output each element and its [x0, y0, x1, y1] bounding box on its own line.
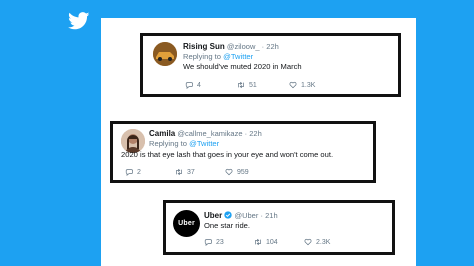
heart-icon — [289, 81, 297, 89]
display-name[interactable]: Uber — [204, 211, 222, 220]
separator: · — [260, 211, 263, 220]
like-button[interactable]: 959 — [225, 168, 275, 176]
retweet-button[interactable]: 104 — [254, 238, 304, 246]
separator: · — [261, 42, 265, 51]
like-count: 2.3K — [316, 238, 331, 246]
tweet-text: One star ride. — [204, 221, 251, 230]
reply-count: 4 — [197, 81, 201, 89]
user-handle[interactable]: @callme_kamikaze — [177, 129, 242, 138]
reply-icon — [204, 239, 212, 246]
avatar[interactable]: Uber — [173, 210, 200, 237]
retweet-count: 51 — [249, 81, 257, 89]
like-button[interactable]: 2.3K — [304, 238, 354, 246]
display-name[interactable]: Camila — [149, 129, 175, 138]
tweet-card[interactable]: Rising Sun @ziloow_ · 22h Replying to @T… — [140, 33, 401, 97]
tweet-card[interactable]: Uber Uber @Uber · 21h One star ride. 23 … — [163, 200, 395, 255]
reply-button[interactable]: 2 — [125, 168, 175, 176]
tweet-actions: 23 104 2.3K — [204, 238, 354, 246]
tweet-actions: 4 51 1.3K — [185, 81, 341, 89]
reply-icon — [185, 82, 193, 89]
tweet-card[interactable]: Camila @callme_kamikaze · 22h Replying t… — [110, 121, 376, 183]
mention-link[interactable]: @Twitter — [189, 139, 219, 148]
like-button[interactable]: 1.3K — [289, 81, 341, 89]
retweet-icon — [176, 168, 182, 176]
twitter-logo — [63, 5, 95, 37]
tweet-text: 2020 is that eye lash that goes in your … — [121, 150, 334, 159]
display-name[interactable]: Rising Sun — [183, 42, 225, 51]
retweet-count: 37 — [187, 168, 195, 176]
tweet-content: Uber @Uber · 21h One star ride. — [204, 211, 392, 231]
tweet-content: Rising Sun @ziloow_ · 22h Replying to @T… — [183, 42, 398, 72]
separator: · — [244, 129, 248, 138]
replying-to-label: Replying to — [183, 52, 224, 61]
retweet-icon — [238, 81, 244, 89]
replying-to-label: Replying to — [149, 139, 190, 148]
heart-icon — [225, 168, 233, 176]
timestamp[interactable]: 22h — [266, 42, 279, 51]
reply-count: 2 — [137, 168, 141, 176]
car-photo-icon — [153, 42, 177, 66]
tweet-actions: 2 37 959 — [125, 168, 275, 176]
tweet-body: Camila @callme_kamikaze · 22h Replying t… — [121, 129, 371, 160]
heart-icon — [304, 238, 312, 246]
timestamp[interactable]: 21h — [265, 211, 278, 220]
like-count: 1.3K — [301, 81, 316, 89]
timestamp[interactable]: 22h — [249, 129, 262, 138]
user-handle[interactable]: @Uber — [234, 211, 258, 220]
retweet-icon — [255, 238, 261, 246]
twitter-bird-icon — [68, 12, 90, 30]
retweet-button[interactable]: 37 — [175, 168, 225, 176]
mention-link[interactable]: @Twitter — [223, 52, 253, 61]
uber-logo-text: Uber — [178, 220, 195, 227]
retweet-count: 104 — [266, 238, 278, 246]
tweet-text: We should've muted 2020 in March — [183, 62, 302, 71]
reply-button[interactable]: 4 — [185, 81, 237, 89]
user-handle[interactable]: @ziloow_ — [227, 42, 260, 51]
retweet-button[interactable]: 51 — [237, 81, 289, 89]
like-count: 959 — [237, 168, 249, 176]
reply-button[interactable]: 23 — [204, 238, 254, 246]
reply-count: 23 — [216, 238, 224, 246]
reply-icon — [125, 169, 133, 176]
avatar[interactable] — [153, 42, 177, 66]
verified-badge-icon — [224, 211, 233, 219]
